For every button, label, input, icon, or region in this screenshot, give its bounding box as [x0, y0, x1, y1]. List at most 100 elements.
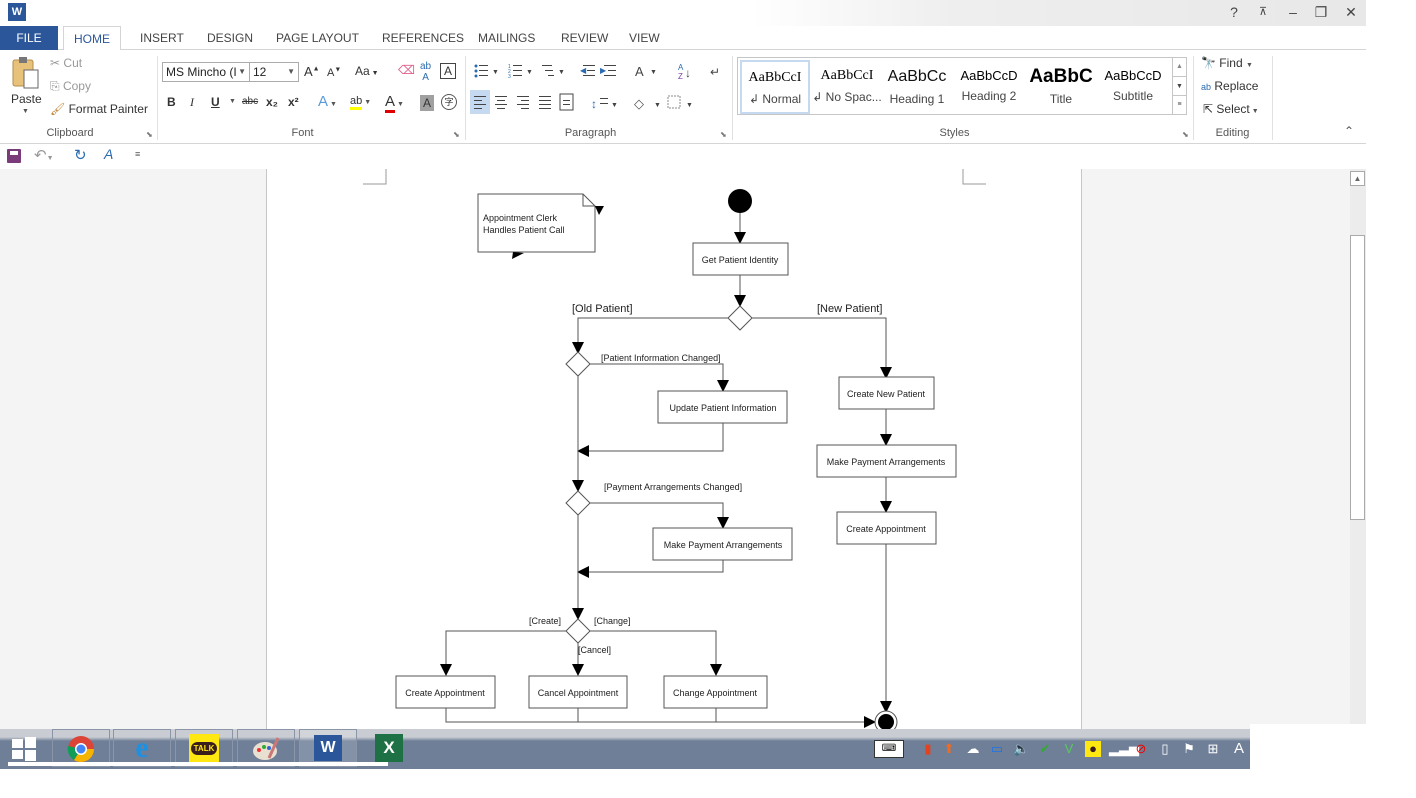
- text-effects-button[interactable]: A ▼: [318, 93, 337, 110]
- minimize-button[interactable]: –: [1282, 3, 1304, 21]
- highlight-color-button[interactable]: ab ▼: [350, 93, 371, 110]
- font-size-combo[interactable]: 12 ▼: [249, 62, 299, 82]
- close-button[interactable]: ✕: [1340, 3, 1362, 21]
- character-border-button[interactable]: A: [440, 63, 456, 79]
- center-button[interactable]: [495, 96, 507, 109]
- align-left-button-highlight[interactable]: [470, 90, 490, 114]
- style-heading-2[interactable]: AaBbCcD Heading 2: [954, 60, 1024, 114]
- style-normal[interactable]: AaBbCcI ↲ Normal: [740, 60, 810, 114]
- styles-launcher-icon[interactable]: ⬊: [1182, 130, 1189, 139]
- tab-mailings[interactable]: MAILINGS: [468, 26, 545, 50]
- change-case-button[interactable]: Aa ▼: [355, 64, 379, 78]
- bullets-button[interactable]: ▼: [474, 64, 499, 78]
- justify-button[interactable]: [539, 96, 551, 109]
- copy-button[interactable]: ⎘ Copy: [50, 79, 91, 94]
- borders-button[interactable]: ▼: [667, 95, 693, 109]
- ribbon-display-options-button[interactable]: ⊼: [1252, 3, 1274, 21]
- tab-design[interactable]: DESIGN: [197, 26, 263, 50]
- character-shading-button[interactable]: A: [420, 95, 434, 111]
- sort-button[interactable]: AZ ↓: [678, 63, 691, 81]
- style-subtitle[interactable]: AaBbCcD Subtitle: [1098, 60, 1168, 114]
- spelling-check-icon[interactable]: A: [104, 146, 113, 162]
- clipboard-launcher-icon[interactable]: ⬊: [146, 130, 153, 139]
- shrink-font-button[interactable]: A▼: [327, 66, 341, 79]
- cut-button[interactable]: ✂ Cut: [50, 56, 82, 70]
- font-name-combo[interactable]: MS Mincho (I ▼: [162, 62, 250, 82]
- paste-button[interactable]: Paste ▼: [8, 56, 44, 116]
- word-app-icon[interactable]: W: [8, 3, 26, 21]
- muted-speaker-icon[interactable]: ⊘: [1133, 741, 1149, 757]
- enclose-characters-button[interactable]: 字: [441, 94, 457, 110]
- collapse-ribbon-button[interactable]: ⌃: [1344, 124, 1354, 138]
- taskbar-excel[interactable]: X: [375, 734, 403, 762]
- show-formatting-marks-button[interactable]: ↵: [710, 65, 720, 79]
- increase-indent-button[interactable]: ▶: [600, 65, 616, 76]
- decrease-indent-button[interactable]: ◀: [580, 65, 595, 76]
- font-size-value: 12: [253, 65, 267, 79]
- speaker-icon[interactable]: 🔈: [1013, 741, 1029, 757]
- action-center-flag-icon[interactable]: ⚑: [1181, 741, 1197, 757]
- save-icon[interactable]: [7, 149, 21, 163]
- phonetic-guide-button[interactable]: ab A: [420, 61, 431, 83]
- network-drive-icon[interactable]: ▭: [989, 741, 1005, 757]
- tab-references[interactable]: REFERENCES: [372, 26, 474, 50]
- kakao-tray-icon[interactable]: ●: [1085, 741, 1101, 757]
- start-button[interactable]: [10, 735, 38, 761]
- tab-review[interactable]: REVIEW: [551, 26, 618, 50]
- cloud-sync-icon[interactable]: ☁: [965, 741, 981, 757]
- power-icon[interactable]: ▯: [1157, 741, 1173, 757]
- change-case-label: Aa: [355, 64, 370, 78]
- distributed-button[interactable]: [559, 93, 574, 111]
- chevron-down-icon[interactable]: ▼: [229, 98, 236, 105]
- line-spacing-button[interactable]: ↕ ▼: [591, 97, 618, 111]
- multilevel-list-button[interactable]: ▼: [542, 65, 565, 76]
- style-heading-1[interactable]: AaBbCc Heading 1: [882, 60, 952, 114]
- font-color-button[interactable]: A ▼: [385, 93, 404, 113]
- tab-page-layout[interactable]: PAGE LAYOUT: [266, 26, 369, 50]
- usb-safe-remove-icon[interactable]: ✔: [1037, 741, 1053, 757]
- scrollbar-thumb[interactable]: [1350, 235, 1365, 520]
- italic-button[interactable]: I: [190, 95, 194, 110]
- clear-formatting-button[interactable]: ⌫: [398, 63, 415, 77]
- select-button[interactable]: ⇱ Select ▼: [1203, 102, 1259, 116]
- customize-qat-icon[interactable]: ≡: [135, 149, 140, 159]
- align-right-button[interactable]: [517, 96, 529, 109]
- styles-gallery-scroll[interactable]: ▲ ▼ ≡: [1172, 58, 1186, 114]
- help-button[interactable]: ?: [1223, 3, 1245, 21]
- shading-button[interactable]: ◇ ▼: [634, 96, 661, 111]
- replace-button[interactable]: ab Replace: [1201, 79, 1258, 93]
- paragraph-launcher-icon[interactable]: ⬊: [720, 130, 727, 139]
- tab-home[interactable]: HOME: [63, 26, 121, 51]
- vim-icon[interactable]: V: [1061, 741, 1077, 757]
- strikethrough-button[interactable]: abc: [242, 96, 258, 107]
- numbering-button[interactable]: 123▼: [508, 64, 533, 80]
- font-launcher-icon[interactable]: ⬊: [453, 130, 460, 139]
- underline-button[interactable]: U: [211, 95, 220, 109]
- scroll-down-icon[interactable]: ▼: [1173, 76, 1186, 95]
- more-styles-icon[interactable]: ≡: [1173, 95, 1186, 113]
- tab-insert[interactable]: INSERT: [130, 26, 194, 50]
- format-painter-button[interactable]: 🖌 Format Painter: [50, 102, 148, 116]
- tab-file[interactable]: FILE: [0, 26, 58, 50]
- subscript-button[interactable]: x₂: [266, 95, 278, 109]
- bold-button[interactable]: B: [167, 95, 176, 109]
- redo-icon[interactable]: ↻: [74, 146, 87, 164]
- upload-icon[interactable]: ⬆: [941, 741, 957, 757]
- touch-keyboard-icon[interactable]: ⌨: [874, 740, 904, 758]
- find-button[interactable]: 🔭 Find ▼: [1201, 56, 1253, 70]
- style-no-spacing[interactable]: AaBbCcI ↲ No Spac...: [812, 60, 882, 114]
- scroll-up-button[interactable]: ▲: [1350, 171, 1365, 186]
- undo-icon[interactable]: ↶▼: [34, 146, 54, 164]
- style-title[interactable]: AaBbC Title: [1026, 60, 1096, 114]
- tab-view[interactable]: VIEW: [619, 26, 670, 50]
- signal-icon[interactable]: ▂▃▅: [1109, 741, 1139, 757]
- scroll-up-icon[interactable]: ▲: [1173, 58, 1186, 76]
- asian-layout-button[interactable]: A ▼: [635, 64, 657, 79]
- office-icon[interactable]: ▮: [920, 741, 936, 757]
- language-indicator[interactable]: A: [1231, 741, 1247, 757]
- restore-button[interactable]: ❐: [1310, 3, 1332, 21]
- document-page[interactable]: Appointment Clerk Handles Patient Call G…: [266, 169, 1082, 729]
- grow-font-button[interactable]: A▲: [304, 64, 320, 79]
- windows-tray-icon[interactable]: ⊞: [1205, 741, 1221, 757]
- superscript-button[interactable]: x²: [288, 95, 299, 109]
